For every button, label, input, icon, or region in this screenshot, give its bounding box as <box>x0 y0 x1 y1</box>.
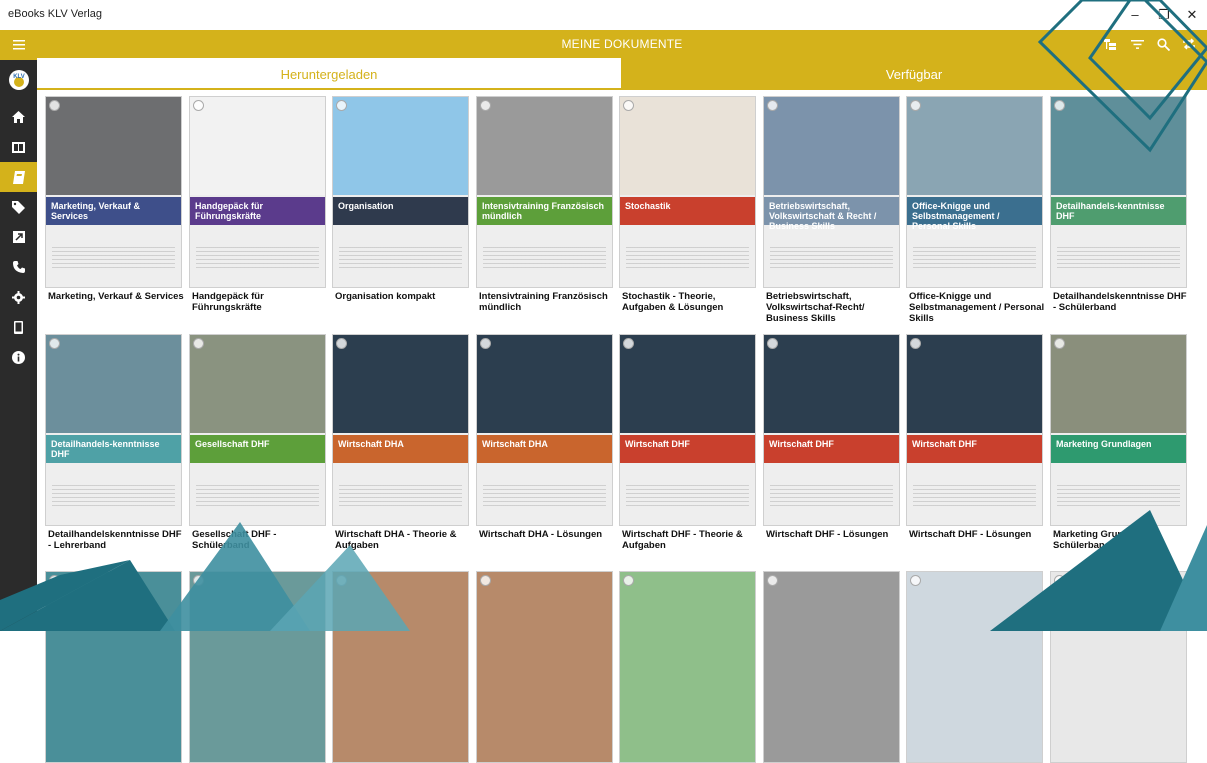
deco-triangle-left-4 <box>270 545 410 631</box>
decorative-overlay <box>0 0 1207 631</box>
deco-diamond-inner <box>1088 0 1207 121</box>
